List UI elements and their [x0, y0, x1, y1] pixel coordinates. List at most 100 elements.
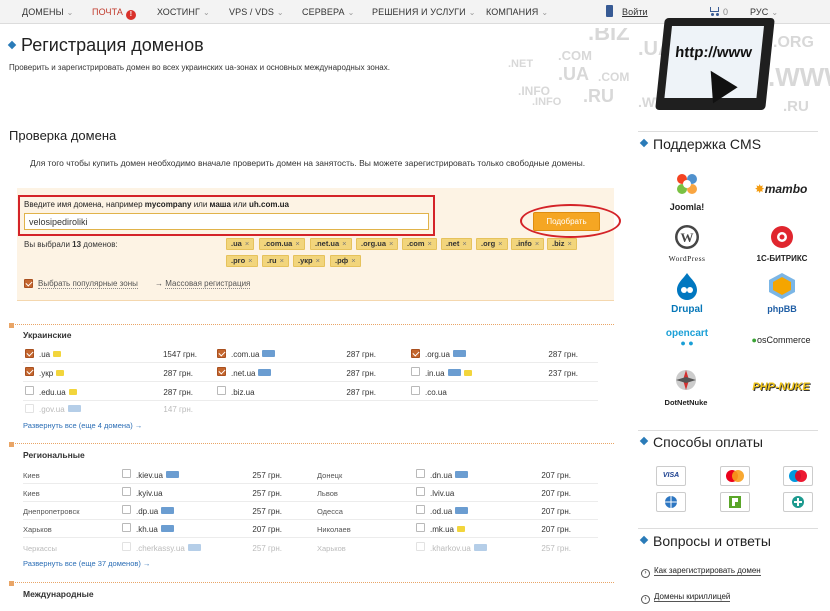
zone-label: .mk.ua: [430, 525, 466, 534]
zone-checkbox[interactable]: [411, 386, 420, 395]
zone-tag[interactable]: .org ×: [476, 238, 508, 250]
mass-registration-link[interactable]: → Массовая регистрация: [155, 279, 251, 289]
cms-label: phpBB: [767, 304, 797, 314]
domain-name-input[interactable]: [24, 213, 429, 230]
expand-ukrainian-link[interactable]: Развернуть все (еще 4 домена) →: [23, 421, 142, 430]
mastercard-logo-icon: [726, 470, 744, 482]
zone-checkbox[interactable]: [217, 386, 226, 395]
remove-tag-icon[interactable]: ×: [295, 239, 299, 248]
zone-label: .lviv.ua: [430, 489, 455, 498]
banner-word: .RU: [583, 86, 614, 106]
zone-tag[interactable]: .pro ×: [226, 255, 258, 267]
nav-mail[interactable]: ПОЧТА!: [92, 7, 136, 20]
idn-icon: [455, 507, 469, 514]
zone-checkbox[interactable]: [416, 469, 425, 478]
language-selector[interactable]: РУС ⌄: [750, 7, 778, 17]
zone-price: 237 грн.: [548, 369, 578, 378]
nav-label: СЕРВЕРА: [302, 7, 345, 17]
zone-checkbox[interactable]: [411, 367, 420, 376]
privat24-icon: [720, 492, 750, 512]
zone-tag[interactable]: .info ×: [511, 238, 545, 250]
remove-tag-icon[interactable]: ×: [342, 239, 346, 248]
faq-link-cyrillic-domains[interactable]: › Домены кириллицей: [641, 592, 731, 604]
expand-regional-link[interactable]: Развернуть все (еще 37 доменов) →: [23, 559, 150, 568]
city-label: Львов: [317, 489, 338, 498]
zone-price: 257 грн.: [252, 544, 282, 553]
faq-link-register-domain[interactable]: › Как зарегистрировать домен: [641, 566, 761, 578]
zone-price: 207 грн.: [541, 489, 571, 498]
nav-solutions[interactable]: РЕШЕНИЯ И УСЛУГИ ⌄: [372, 7, 476, 17]
zone-tag[interactable]: .com ×: [402, 238, 437, 250]
login-link[interactable]: Войти: [622, 7, 648, 17]
cms-label: PHP-NUKE: [752, 381, 810, 393]
chat-icon: [68, 389, 77, 395]
remove-tag-icon[interactable]: ×: [428, 239, 432, 248]
zone-checkbox[interactable]: [411, 349, 420, 358]
zone-tag[interactable]: .net.ua ×: [310, 238, 352, 250]
nav-hosting[interactable]: ХОСТИНГ ⌄: [157, 7, 210, 17]
section-divider: [9, 323, 614, 328]
dotnetnuke-logo-icon: [676, 370, 696, 390]
remove-tag-icon[interactable]: ×: [280, 256, 284, 265]
zone-price: 207 грн.: [541, 507, 571, 516]
page-title: Регистрация доменов: [7, 35, 204, 56]
zone-tag[interactable]: .com.ua ×: [259, 238, 305, 250]
city-label: Киев: [23, 471, 40, 480]
zone-label: .kh.ua: [136, 525, 174, 534]
nav-domains[interactable]: ДОМЕНЫ ⌄: [22, 7, 73, 17]
zone-label: .gov.ua: [39, 405, 81, 414]
zone-checkbox[interactable]: [122, 505, 131, 514]
pick-domain-button[interactable]: Подобрать: [533, 212, 600, 231]
zone-tag[interactable]: .ru ×: [262, 255, 289, 267]
remove-tag-icon[interactable]: ×: [568, 239, 572, 248]
nav-vps[interactable]: VPS / VDS ⌄: [229, 7, 284, 17]
remove-tag-icon[interactable]: ×: [535, 239, 539, 248]
zone-checkbox[interactable]: [122, 487, 131, 496]
zone-checkbox[interactable]: [25, 349, 34, 358]
row-divider: [23, 537, 598, 538]
webmoney-icon: [656, 492, 686, 512]
remove-tag-icon[interactable]: ×: [248, 256, 252, 265]
zone-checkbox[interactable]: [25, 386, 34, 395]
idn-icon: [473, 544, 487, 551]
remove-tag-icon[interactable]: ×: [316, 256, 320, 265]
cart-count: 0: [723, 7, 729, 17]
zone-tag[interactable]: .укр ×: [293, 255, 325, 267]
zone-checkbox[interactable]: [416, 487, 425, 496]
zone-checkbox[interactable]: [217, 349, 226, 358]
zone-tag[interactable]: .net ×: [441, 238, 472, 250]
zone-price: 257 грн.: [252, 471, 282, 480]
cms-bitrix: 1С-БИТРИКС: [750, 224, 814, 263]
zone-checkbox[interactable]: [416, 542, 425, 551]
popular-zones-checkbox[interactable]: [24, 279, 33, 288]
zone-checkbox[interactable]: [122, 469, 131, 478]
faq-title: Вопросы и ответы: [639, 533, 771, 549]
zone-checkbox[interactable]: [217, 367, 226, 376]
remove-tag-icon[interactable]: ×: [498, 239, 502, 248]
popular-zones-label[interactable]: Выбрать популярные зоны: [38, 279, 138, 289]
banner-word: .UA: [558, 64, 589, 84]
zone-tag[interactable]: .ua ×: [226, 238, 255, 250]
zone-tag[interactable]: .org.ua ×: [356, 238, 399, 250]
nav-company[interactable]: КОМПАНИЯ ⌄: [486, 7, 548, 17]
zone-price: 207 грн.: [252, 525, 282, 534]
zone-checkbox[interactable]: [25, 404, 34, 413]
remove-tag-icon[interactable]: ×: [351, 256, 355, 265]
zone-checkbox[interactable]: [416, 505, 425, 514]
remove-tag-icon[interactable]: ×: [245, 239, 249, 248]
drupal-logo-icon: [677, 273, 697, 300]
remove-tag-icon[interactable]: ×: [389, 239, 393, 248]
zone-checkbox[interactable]: [25, 367, 34, 376]
zone-tag[interactable]: .рф ×: [330, 255, 361, 267]
zone-checkbox[interactable]: [122, 542, 131, 551]
remove-tag-icon[interactable]: ×: [462, 239, 466, 248]
cms-support-title: Поддержка CMS: [639, 136, 761, 152]
zone-tag[interactable]: .biz ×: [547, 238, 577, 250]
domain-check-title: Проверка домена: [9, 128, 117, 143]
chevron-down-icon: ⌄: [347, 8, 355, 17]
chat-icon: [56, 370, 65, 376]
nav-servers[interactable]: СЕРВЕРА ⌄: [302, 7, 354, 17]
cart-icon[interactable]: [708, 6, 720, 16]
zone-checkbox[interactable]: [416, 523, 425, 532]
zone-checkbox[interactable]: [122, 523, 131, 532]
